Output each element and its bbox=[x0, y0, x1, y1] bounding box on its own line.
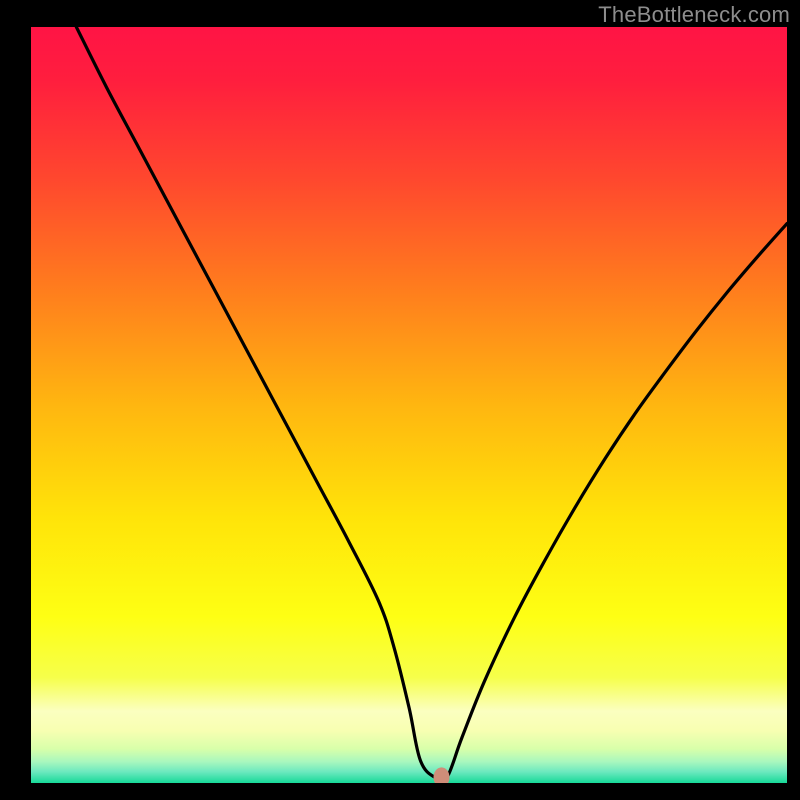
chart-frame: TheBottleneck.com bbox=[0, 0, 800, 800]
gradient-background bbox=[31, 27, 787, 783]
bottleneck-chart bbox=[31, 27, 787, 783]
plot-area bbox=[31, 27, 787, 783]
watermark-label: TheBottleneck.com bbox=[598, 2, 790, 28]
